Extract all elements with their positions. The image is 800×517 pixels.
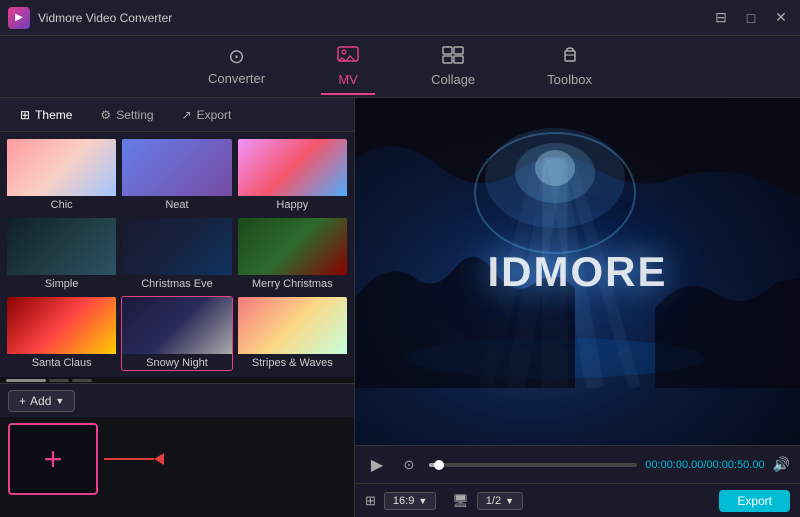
window-controls: ⊟ □ ✕ [710,7,792,29]
screen-label: 1/2 [486,495,501,507]
nav-bar: ⊙ Converter MV Collage [0,36,800,98]
screen-icon: 🖥 [452,493,469,509]
theme-item-neat[interactable]: Neat [121,138,232,213]
title-bar: ▶ Vidmore Video Converter ⊟ □ ✕ [0,0,800,36]
media-plus-icon: + [44,443,63,475]
theme-label-simple: Simple [7,275,116,291]
nav-collage-label: Collage [431,72,475,87]
theme-label-snowy-night: Snowy Night [122,354,231,370]
theme-label-santa-claus: Santa Claus [7,354,116,370]
theme-item-stripes-waves[interactable]: Stripes & Waves [237,296,348,371]
theme-item-christmas-eve[interactable]: Christmas Eve [121,217,232,292]
tab-setting-label: Setting [116,108,153,122]
add-chevron-icon: ▼ [55,396,64,406]
add-panel: + Add ▼ [0,383,354,417]
add-icon: + [19,394,26,408]
stop-button[interactable]: ⊙ [397,453,421,477]
nav-collage[interactable]: Collage [415,40,491,93]
app-logo: ▶ [8,7,30,29]
theme-item-simple[interactable]: Simple [6,217,117,292]
preview-background: IDMORE [355,98,800,445]
screen-size-button[interactable]: 1/2 ▼ [477,492,523,510]
time-display: 00:00:00.00/00:00:50.00 [645,459,764,471]
media-add-placeholder[interactable]: + [8,423,98,495]
theme-item-merry-christmas[interactable]: Merry Christmas [237,217,348,292]
resize-icon: ⊞ [365,493,376,509]
aspect-ratio-button[interactable]: 16:9 ▼ [384,492,436,510]
media-area: + [0,417,354,517]
ratio-chevron-icon: ▼ [418,496,427,506]
export-button[interactable]: Export [719,490,790,512]
theme-thumbnail-neat [122,139,231,196]
preview-area: IDMORE [355,98,800,445]
tab-setting[interactable]: ⚙ Setting [88,104,165,126]
progress-bar[interactable] [429,463,637,467]
mv-icon [337,46,359,68]
player-controls: ▶ ⊙ 00:00:00.00/00:00:50.00 🔊 [355,445,800,483]
tab-export[interactable]: ↗ Export [170,104,244,126]
theme-thumbnail-snowy-night [122,297,231,354]
maximize-button[interactable]: □ [740,7,762,29]
nav-mv[interactable]: MV [321,40,375,93]
theme-label-stripes-waves: Stripes & Waves [238,354,347,370]
play-button[interactable]: ▶ [365,453,389,477]
ratio-label: 16:9 [393,495,414,507]
setting-icon: ⚙ [100,108,111,122]
export-label: Export [737,494,772,508]
left-panel: ⊞ Theme ⚙ Setting ↗ Export Chic Neat Happy… [0,98,355,517]
theme-thumbnail-simple [7,218,116,275]
theme-label-neat: Neat [122,196,231,212]
theme-thumbnail-stripes-waves [238,297,347,354]
minimize-button[interactable]: ⊟ [710,7,732,29]
add-label: Add [30,394,51,408]
arrow-line [104,458,154,460]
right-panel: IDMORE ▶ ⊙ 00:00:00.00/00:00:50.00 🔊 ⊞ 1… [355,98,800,517]
toolbar-row: ⊞ 16:9 ▼ 🖥 1/2 ▼ Export [355,483,800,517]
tab-theme-label: Theme [35,108,72,122]
theme-grid: Chic Neat Happy Simple Christmas Eve Merry Ch… [0,132,354,377]
theme-thumbnail-merry-christmas [238,218,347,275]
close-button[interactable]: ✕ [770,7,792,29]
converter-icon: ⊙ [228,47,245,67]
nav-converter[interactable]: ⊙ Converter [192,41,281,92]
collage-icon [442,46,464,68]
tab-theme[interactable]: ⊞ Theme [8,104,84,126]
theme-label-merry-christmas: Merry Christmas [238,275,347,291]
preview-title: IDMORE [488,248,668,296]
theme-thumbnail-happy [238,139,347,196]
theme-item-snowy-night[interactable]: Snowy Night [121,296,232,371]
theme-item-santa-claus[interactable]: Santa Claus [6,296,117,371]
theme-grid-icon: ⊞ [20,108,30,122]
tab-export-label: Export [197,108,232,122]
progress-thumb [434,460,444,470]
theme-item-chic[interactable]: Chic [6,138,117,213]
theme-label-chic: Chic [7,196,116,212]
volume-icon[interactable]: 🔊 [773,456,790,473]
screen-chevron-icon: ▼ [505,496,514,506]
arrow-head-icon [154,453,164,465]
main-content: ⊞ Theme ⚙ Setting ↗ Export Chic Neat Happy… [0,98,800,517]
add-button[interactable]: + Add ▼ [8,390,75,412]
theme-thumbnail-chic [7,139,116,196]
nav-converter-label: Converter [208,71,265,86]
nav-toolbox[interactable]: Toolbox [531,40,608,93]
app-title: Vidmore Video Converter [38,11,710,25]
theme-label-christmas-eve: Christmas Eve [122,275,231,291]
sub-nav: ⊞ Theme ⚙ Setting ↗ Export [0,98,354,132]
arrow-indicator [104,453,164,465]
nav-toolbox-label: Toolbox [547,72,592,87]
theme-item-happy[interactable]: Happy [237,138,348,213]
theme-thumbnail-christmas-eve [122,218,231,275]
export-nav-icon: ↗ [182,108,192,122]
theme-label-happy: Happy [238,196,347,212]
theme-thumbnail-santa-claus [7,297,116,354]
toolbox-icon [559,46,581,68]
nav-mv-label: MV [338,72,358,87]
